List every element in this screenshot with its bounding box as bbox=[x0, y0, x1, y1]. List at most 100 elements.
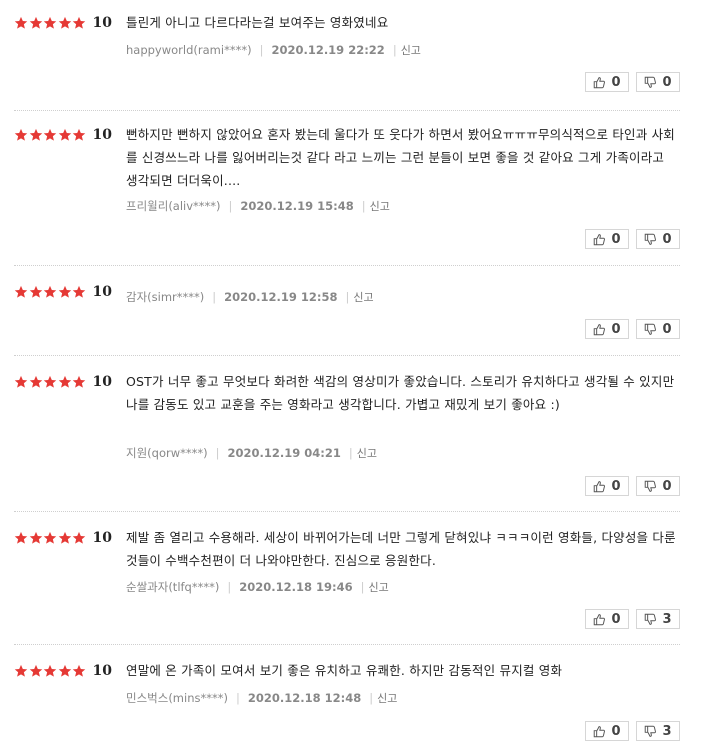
like-count: 0 bbox=[611, 723, 621, 739]
review-date: 2020.12.18 12:48 bbox=[247, 691, 362, 705]
star-icon bbox=[58, 128, 73, 142]
report-link[interactable]: 신고 bbox=[353, 289, 373, 305]
dislike-count: 3 bbox=[662, 723, 672, 739]
review-divider bbox=[14, 644, 680, 645]
star-icon bbox=[72, 285, 87, 299]
thumbs-up-icon bbox=[594, 613, 606, 625]
like-count: 0 bbox=[611, 231, 621, 247]
report-link[interactable]: 신고 bbox=[370, 198, 390, 214]
star-rating: 10 bbox=[14, 662, 112, 680]
star-icon bbox=[58, 531, 73, 545]
meta-divider: | bbox=[361, 199, 366, 213]
star-icon bbox=[29, 16, 44, 30]
meta-divider: | bbox=[215, 446, 220, 460]
star-icon bbox=[58, 285, 73, 299]
dislike-button[interactable]: 3 bbox=[636, 721, 680, 741]
meta-divider: | bbox=[212, 290, 217, 304]
dislike-button[interactable]: 0 bbox=[636, 476, 680, 496]
review-item: 10 OST가 너무 좋고 무엇보다 화려한 색감의 영상미가 좋았습니다. 스… bbox=[14, 373, 680, 497]
review-item: 10 뻔하지만 뻔하지 않았어요 혼자 봤는데 울다가 또 웃다가 하면서 봤어… bbox=[14, 126, 680, 250]
review-meta: 프리윌리(aliv****) | 2020.12.19 15:48 | 신고 bbox=[126, 198, 390, 214]
review-text: 틀린게 아니고 다르다라는걸 보여주는 영화였네요 bbox=[126, 15, 389, 30]
dislike-button[interactable]: 3 bbox=[636, 609, 680, 629]
reviewer-name[interactable]: 지원(qorw****) bbox=[126, 445, 208, 461]
report-link[interactable]: 신고 bbox=[357, 445, 377, 461]
vote-buttons: 0 0 bbox=[578, 476, 680, 496]
review-meta: 지원(qorw****) | 2020.12.19 04:21 | 신고 bbox=[126, 445, 377, 461]
like-button[interactable]: 0 bbox=[585, 476, 629, 496]
star-icon bbox=[29, 664, 44, 678]
vote-buttons: 0 0 bbox=[578, 72, 680, 92]
rating-score: 10 bbox=[92, 15, 112, 31]
star-icon bbox=[14, 285, 29, 299]
meta-divider: | bbox=[392, 43, 397, 57]
star-icon bbox=[14, 16, 29, 30]
like-button[interactable]: 0 bbox=[585, 721, 629, 741]
report-link[interactable]: 신고 bbox=[377, 690, 397, 706]
rating-score: 10 bbox=[92, 663, 112, 679]
rating-score: 10 bbox=[92, 284, 112, 300]
meta-divider: | bbox=[228, 199, 233, 213]
star-icon bbox=[29, 375, 44, 389]
review-divider bbox=[14, 110, 680, 111]
meta-divider: | bbox=[235, 691, 240, 705]
thumbs-up-icon bbox=[594, 76, 606, 88]
dislike-count: 0 bbox=[662, 321, 672, 337]
meta-divider: | bbox=[345, 290, 350, 304]
star-rating: 10 bbox=[14, 283, 112, 301]
like-button[interactable]: 0 bbox=[585, 72, 629, 92]
review-divider bbox=[14, 265, 680, 266]
like-button[interactable]: 0 bbox=[585, 229, 629, 249]
reviewer-name[interactable]: 순쌀과자(tlfq****) bbox=[126, 579, 219, 595]
reviewer-name[interactable]: 프리윌리(aliv****) bbox=[126, 198, 221, 214]
review-item: 10 제발 좀 열리고 수용해라. 세상이 바뀌어가는데 너만 그렇게 닫혀있냐… bbox=[14, 529, 680, 629]
star-icon bbox=[58, 375, 73, 389]
star-icon bbox=[43, 531, 58, 545]
star-rating: 10 bbox=[14, 529, 112, 547]
review-list: 10 틀린게 아니고 다르다라는걸 보여주는 영화였네요 happyworld(… bbox=[0, 0, 708, 747]
like-button[interactable]: 0 bbox=[585, 609, 629, 629]
star-icon bbox=[43, 285, 58, 299]
dislike-button[interactable]: 0 bbox=[636, 229, 680, 249]
review-text: 제발 좀 열리고 수용해라. 세상이 바뀌어가는데 너만 그렇게 닫혀있냐 ㅋㅋ… bbox=[126, 530, 676, 568]
meta-divider: | bbox=[259, 43, 264, 57]
review-item: 10 감자(simr****) | 2020.12.19 12:58 | 신고 … bbox=[14, 283, 680, 343]
dislike-count: 3 bbox=[662, 611, 672, 627]
like-count: 0 bbox=[611, 74, 621, 90]
meta-divider: | bbox=[227, 580, 232, 594]
dislike-count: 0 bbox=[662, 74, 672, 90]
report-link[interactable]: 신고 bbox=[368, 579, 388, 595]
star-icon bbox=[58, 16, 73, 30]
review-meta: happyworld(rami****) | 2020.12.19 22:22 … bbox=[126, 42, 421, 58]
review-meta: 민스벅스(mins****) | 2020.12.18 12:48 | 신고 bbox=[126, 690, 397, 706]
dislike-count: 0 bbox=[662, 231, 672, 247]
review-divider bbox=[14, 355, 680, 356]
star-rating: 10 bbox=[14, 126, 112, 144]
rating-score: 10 bbox=[92, 127, 112, 143]
dislike-count: 0 bbox=[662, 478, 672, 494]
like-count: 0 bbox=[611, 478, 621, 494]
star-icon bbox=[43, 375, 58, 389]
star-rating: 10 bbox=[14, 373, 112, 391]
review-text: 뻔하지만 뻔하지 않았어요 혼자 봤는데 울다가 또 웃다가 하면서 봤어요ㅠㅠ… bbox=[126, 127, 676, 188]
report-link[interactable]: 신고 bbox=[401, 42, 421, 58]
dislike-button[interactable]: 0 bbox=[636, 72, 680, 92]
star-icon bbox=[72, 664, 87, 678]
star-icon bbox=[29, 285, 44, 299]
thumbs-down-icon bbox=[645, 480, 657, 492]
vote-buttons: 0 3 bbox=[578, 609, 680, 629]
dislike-button[interactable]: 0 bbox=[636, 319, 680, 339]
reviewer-name[interactable]: happyworld(rami****) bbox=[126, 43, 252, 57]
thumbs-down-icon bbox=[645, 76, 657, 88]
meta-divider: | bbox=[369, 691, 374, 705]
thumbs-down-icon bbox=[645, 323, 657, 335]
star-icon bbox=[29, 128, 44, 142]
star-icon bbox=[14, 128, 29, 142]
reviewer-name[interactable]: 감자(simr****) bbox=[126, 289, 204, 305]
thumbs-up-icon bbox=[594, 725, 606, 737]
meta-divider: | bbox=[348, 446, 353, 460]
reviewer-name[interactable]: 민스벅스(mins****) bbox=[126, 690, 228, 706]
star-icon bbox=[14, 531, 29, 545]
like-button[interactable]: 0 bbox=[585, 319, 629, 339]
star-icon bbox=[72, 531, 87, 545]
